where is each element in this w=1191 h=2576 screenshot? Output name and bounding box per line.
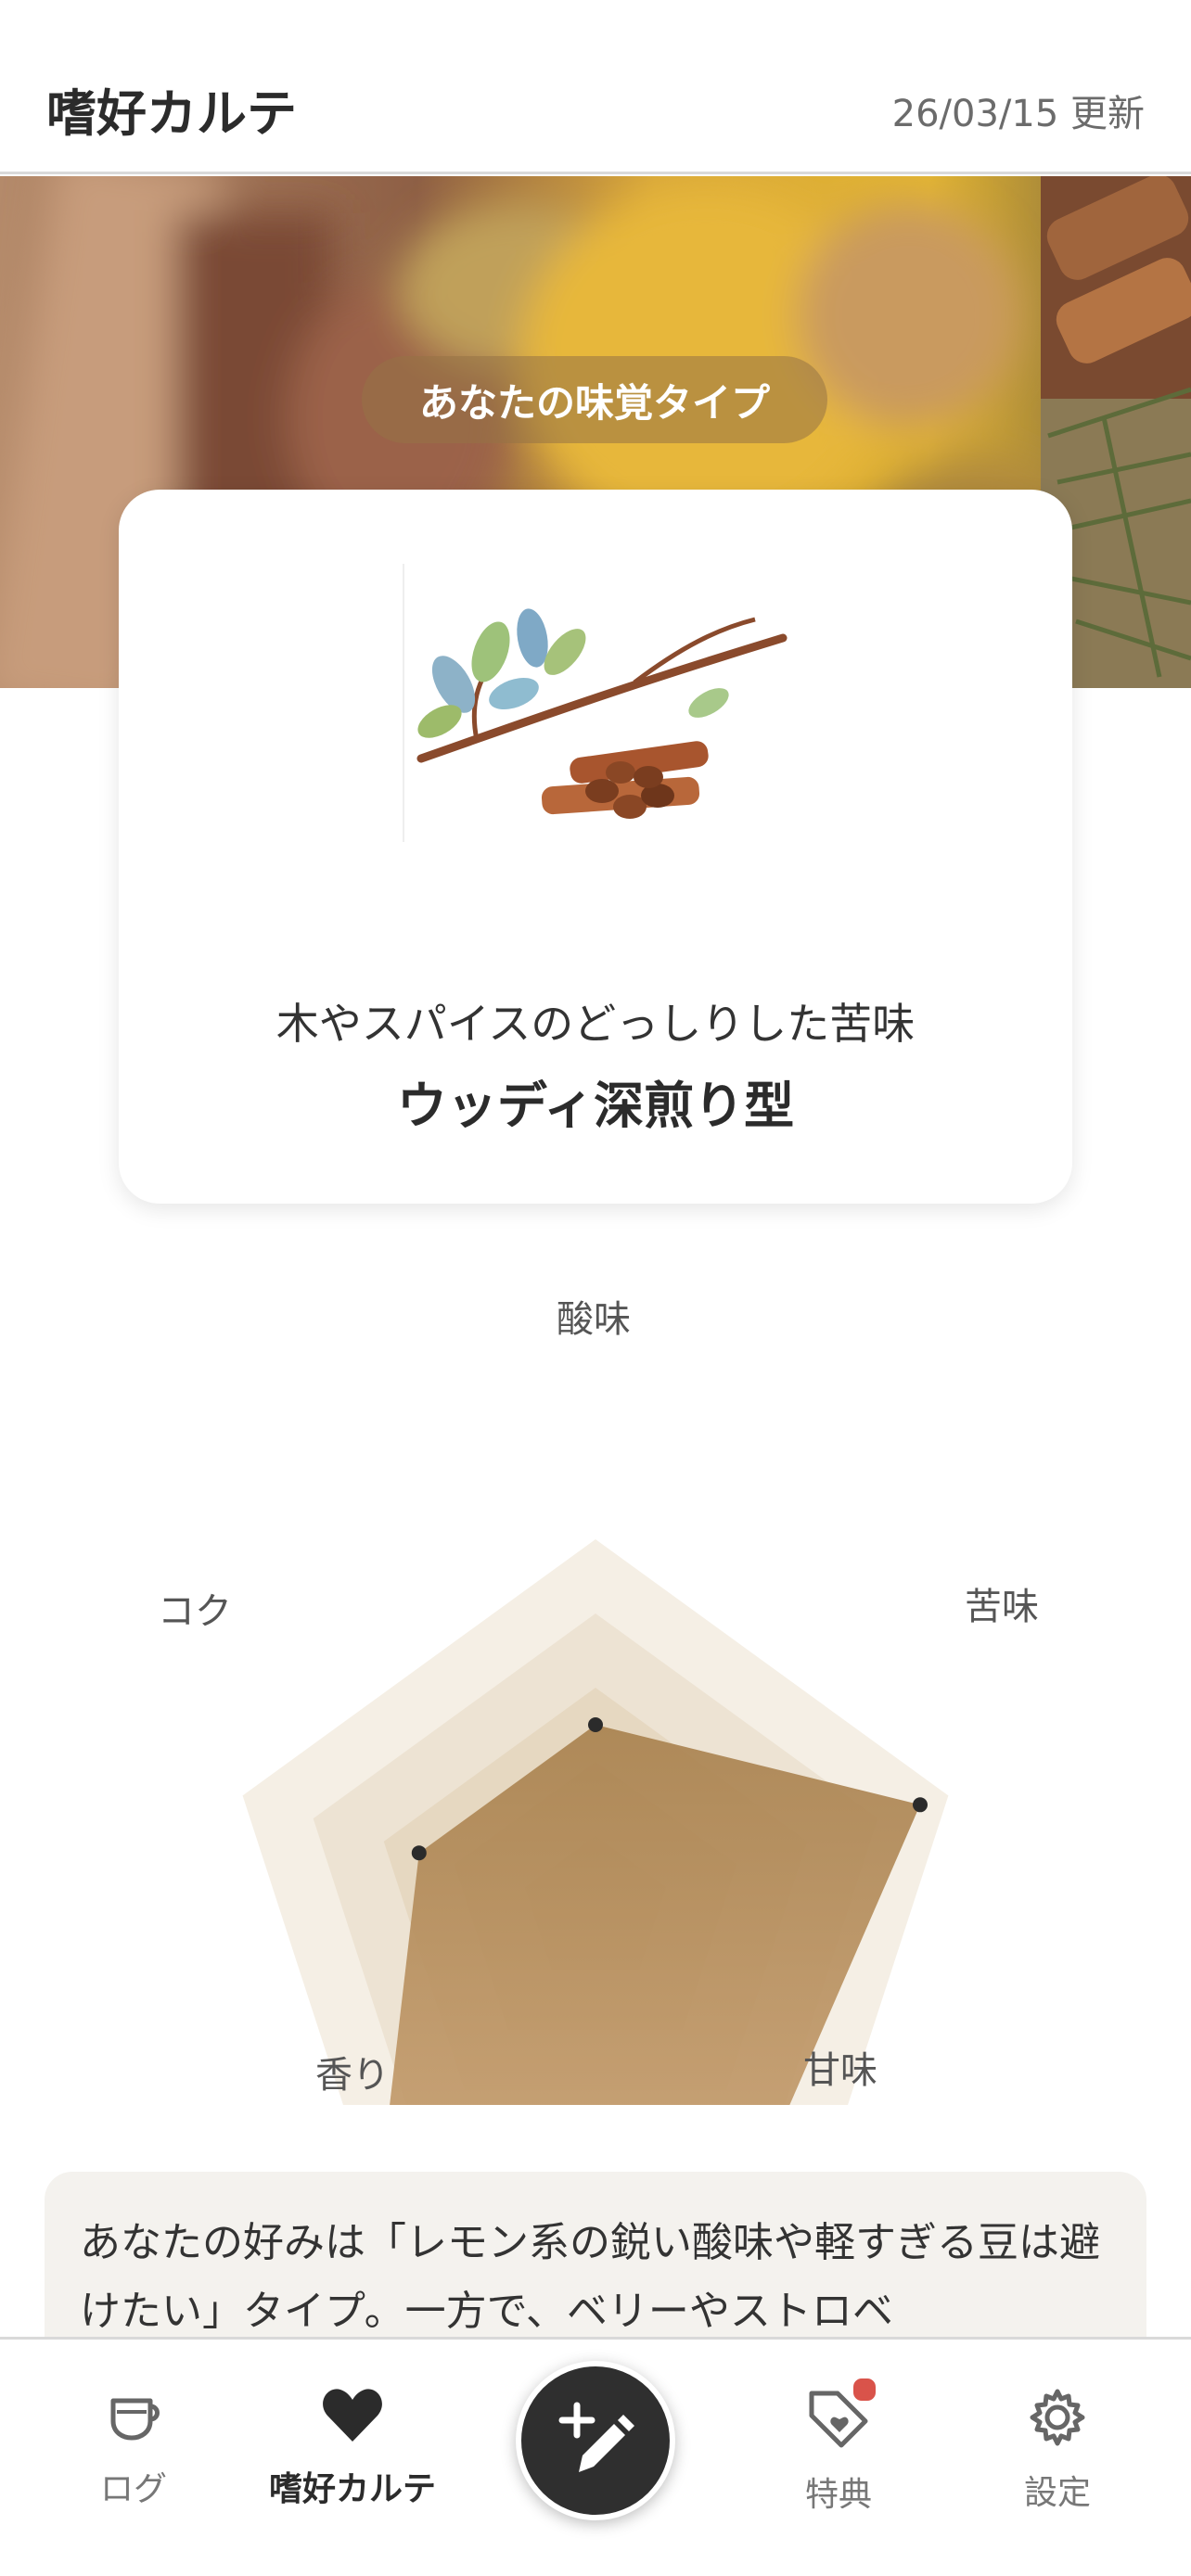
taste-type-name: ウッディ深煎り型 (396, 1077, 795, 1135)
taste-type-card: 木やスパイスのどっしりした苦味 ウッディ深煎り型 (119, 490, 1072, 1204)
tab-perks[interactable]: 特典 (746, 2386, 931, 2534)
axis-label-acidity: 酸味 (557, 1298, 631, 1341)
wood-spice-illustration (416, 608, 788, 819)
add-entry-button[interactable] (516, 2361, 675, 2520)
axis-label-bitterness: 苦味 (965, 1586, 1039, 1628)
gear-icon (1030, 2389, 1085, 2446)
tab-preference-chart[interactable]: 嗜好カルテ (260, 2386, 445, 2534)
cup-icon (110, 2398, 160, 2441)
tab-log[interactable]: ログ (41, 2386, 226, 2534)
taste-radar-chart: 酸味 苦味 甘味 香り コク (0, 1270, 1191, 2218)
taste-type-subtitle: 木やスパイスのどっしりした苦味 (275, 999, 916, 1049)
page-title: 嗜好カルテ (46, 84, 297, 143)
app-header: 嗜好カルテ 26/03/15 更新 (0, 0, 1191, 174)
radar-point-4 (411, 1845, 427, 1861)
updated-date: 26/03/15 更新 (891, 93, 1145, 135)
radar-point-0 (588, 1717, 603, 1732)
tab-preference-chart-label: 嗜好カルテ (268, 2470, 436, 2508)
tab-settings-label: 設定 (1023, 2474, 1091, 2512)
heart-icon (323, 2389, 382, 2442)
tab-log-label: ログ (99, 2470, 167, 2508)
axis-label-sweetness: 甘味 (803, 2049, 877, 2092)
add-edit-icon (558, 2402, 634, 2472)
tab-settings[interactable]: 設定 (965, 2386, 1150, 2534)
taste-type-pill: あなたの味覚タイプ (362, 356, 827, 443)
notification-badge (851, 2376, 878, 2404)
tab-perks-label: 特典 (804, 2476, 872, 2514)
radar-point-1 (912, 1797, 928, 1813)
axis-label-aroma: 香り (315, 2054, 390, 2097)
axis-label-body: コク (158, 1590, 232, 1633)
